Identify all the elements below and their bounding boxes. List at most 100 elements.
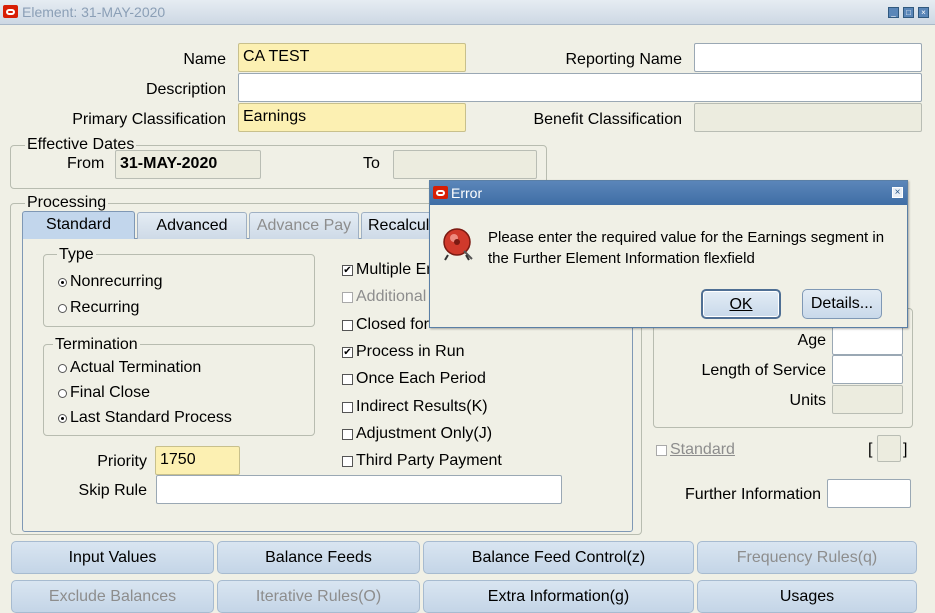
closed-for-entry-label: Closed for bbox=[356, 316, 429, 333]
length-of-service-label: Length of Service bbox=[701, 362, 826, 379]
multiple-entries-label: Multiple Er bbox=[356, 261, 432, 278]
closed-for-entry-checkbox[interactable]: Closed for bbox=[342, 316, 429, 334]
processing-title: Processing bbox=[25, 194, 109, 212]
checkbox-checked-icon: ✔ bbox=[342, 346, 353, 358]
oracle-logo-icon bbox=[433, 186, 448, 199]
priority-field[interactable]: 1750 bbox=[155, 446, 240, 475]
nonrecurring-label: Nonrecurring bbox=[70, 273, 163, 290]
flexfield-bracket-right: ] bbox=[903, 441, 908, 458]
descriptive-flexfield[interactable] bbox=[877, 435, 901, 462]
error-dialog-titlebar: Error × bbox=[430, 181, 907, 205]
radio-unchecked-icon bbox=[58, 388, 67, 398]
once-each-period-label: Once Each Period bbox=[356, 370, 486, 387]
to-date-field[interactable] bbox=[393, 150, 537, 179]
third-party-payment-checkbox[interactable]: Third Party Payment bbox=[342, 452, 502, 470]
close-icon[interactable]: × bbox=[918, 7, 929, 18]
age-label: Age bbox=[797, 332, 826, 349]
maximize-icon[interactable]: □ bbox=[903, 7, 914, 18]
termination-title: Termination bbox=[53, 336, 140, 354]
error-message-line1: Please enter the required value for the … bbox=[488, 229, 885, 246]
multiple-entries-checkbox[interactable]: ✔ Multiple Er bbox=[342, 261, 432, 279]
tab-standard[interactable]: Standard bbox=[22, 211, 135, 239]
primary-classification-field[interactable]: Earnings bbox=[238, 103, 466, 132]
last-standard-process-label: Last Standard Process bbox=[70, 409, 232, 426]
actual-termination-radio[interactable]: Actual Termination bbox=[58, 359, 201, 377]
indirect-results-checkbox[interactable]: Indirect Results(K) bbox=[342, 398, 488, 416]
standard-label: Standard bbox=[670, 441, 735, 458]
primary-classification-label: Primary Classification bbox=[72, 111, 226, 128]
benefit-classification-field[interactable] bbox=[694, 103, 922, 132]
further-information-label: Further Information bbox=[684, 486, 821, 503]
window-titlebar: Element: 31-MAY-2020 _ □ × bbox=[0, 0, 935, 25]
additional-entry-label: Additional bbox=[356, 288, 427, 305]
exclude-balances-button[interactable]: Exclude Balances bbox=[11, 580, 214, 613]
additional-entry-checkbox[interactable]: Additional bbox=[342, 288, 426, 306]
description-field[interactable] bbox=[238, 73, 922, 102]
error-dialog: Error × Please enter the required value … bbox=[429, 180, 908, 328]
from-date-field[interactable]: 31-MAY-2020 bbox=[115, 150, 261, 179]
skip-rule-field[interactable] bbox=[156, 475, 562, 504]
adjustment-only-checkbox[interactable]: Adjustment Only(J) bbox=[342, 425, 492, 443]
radio-unchecked-icon bbox=[58, 363, 67, 373]
actual-termination-label: Actual Termination bbox=[70, 359, 202, 376]
age-field[interactable] bbox=[832, 326, 903, 355]
minimize-icon[interactable]: _ bbox=[888, 7, 899, 18]
last-standard-process-radio[interactable]: Last Standard Process bbox=[58, 409, 232, 427]
recurring-label: Recurring bbox=[70, 299, 140, 316]
usages-button[interactable]: Usages bbox=[697, 580, 917, 613]
nonrecurring-radio[interactable]: Nonrecurring bbox=[58, 273, 162, 291]
name-label: Name bbox=[183, 51, 226, 68]
ok-label: OK bbox=[729, 296, 753, 313]
input-values-button[interactable]: Input Values bbox=[11, 541, 214, 574]
process-in-run-checkbox[interactable]: ✔ Process in Run bbox=[342, 343, 465, 361]
type-title: Type bbox=[57, 246, 96, 264]
flexfield-bracket-left: [ bbox=[868, 441, 873, 458]
checkbox-unchecked-icon bbox=[342, 401, 353, 413]
indirect-results-label: Indirect Results(K) bbox=[356, 398, 488, 415]
checkbox-unchecked-icon bbox=[342, 291, 353, 303]
benefit-classification-label: Benefit Classification bbox=[533, 111, 682, 128]
checkbox-unchecked-icon bbox=[342, 319, 353, 331]
balance-feed-control-button[interactable]: Balance Feed Control(z) bbox=[423, 541, 694, 574]
further-information-field[interactable] bbox=[827, 479, 911, 508]
skip-rule-label: Skip Rule bbox=[78, 482, 147, 499]
name-field[interactable]: CA TEST bbox=[238, 43, 466, 72]
close-icon[interactable]: × bbox=[892, 187, 903, 198]
final-close-radio[interactable]: Final Close bbox=[58, 384, 150, 402]
units-field[interactable] bbox=[832, 385, 903, 414]
third-party-payment-label: Third Party Payment bbox=[356, 452, 502, 469]
tab-advance-pay[interactable]: Advance Pay bbox=[249, 212, 359, 239]
process-in-run-label: Process in Run bbox=[356, 343, 465, 360]
once-each-period-checkbox[interactable]: Once Each Period bbox=[342, 370, 486, 388]
details-button[interactable]: Details... bbox=[802, 289, 882, 319]
checkbox-unchecked-icon bbox=[342, 455, 353, 467]
adjustment-only-label: Adjustment Only(J) bbox=[356, 425, 493, 442]
ok-button[interactable]: OK bbox=[701, 289, 781, 319]
window-title: Element: 31-MAY-2020 bbox=[22, 4, 166, 20]
error-message-line2: the Further Element Information flexfiel… bbox=[488, 250, 755, 267]
to-label: To bbox=[363, 155, 380, 172]
alarm-bell-icon bbox=[442, 225, 476, 268]
priority-label: Priority bbox=[97, 453, 147, 470]
final-close-label: Final Close bbox=[70, 384, 151, 401]
oracle-logo-icon bbox=[3, 5, 18, 18]
length-of-service-field[interactable] bbox=[832, 355, 903, 384]
from-label: From bbox=[67, 155, 105, 172]
balance-feeds-button[interactable]: Balance Feeds bbox=[217, 541, 420, 574]
reporting-name-label: Reporting Name bbox=[565, 51, 683, 68]
reporting-name-field[interactable] bbox=[694, 43, 922, 72]
standard-checkbox[interactable]: Standard bbox=[656, 441, 735, 459]
description-label: Description bbox=[145, 81, 226, 98]
recurring-radio[interactable]: Recurring bbox=[58, 299, 139, 317]
tab-advanced[interactable]: Advanced bbox=[137, 212, 247, 239]
radio-checked-icon bbox=[58, 413, 67, 423]
error-dialog-title: Error bbox=[451, 185, 483, 201]
radio-checked-icon bbox=[58, 277, 67, 287]
checkbox-checked-icon: ✔ bbox=[342, 264, 353, 276]
iterative-rules-button[interactable]: Iterative Rules(O) bbox=[217, 580, 420, 613]
frequency-rules-button[interactable]: Frequency Rules(q) bbox=[697, 541, 917, 574]
units-label: Units bbox=[789, 392, 826, 409]
checkbox-unchecked-icon bbox=[656, 444, 667, 456]
checkbox-unchecked-icon bbox=[342, 428, 353, 440]
extra-information-button[interactable]: Extra Information(g) bbox=[423, 580, 694, 613]
